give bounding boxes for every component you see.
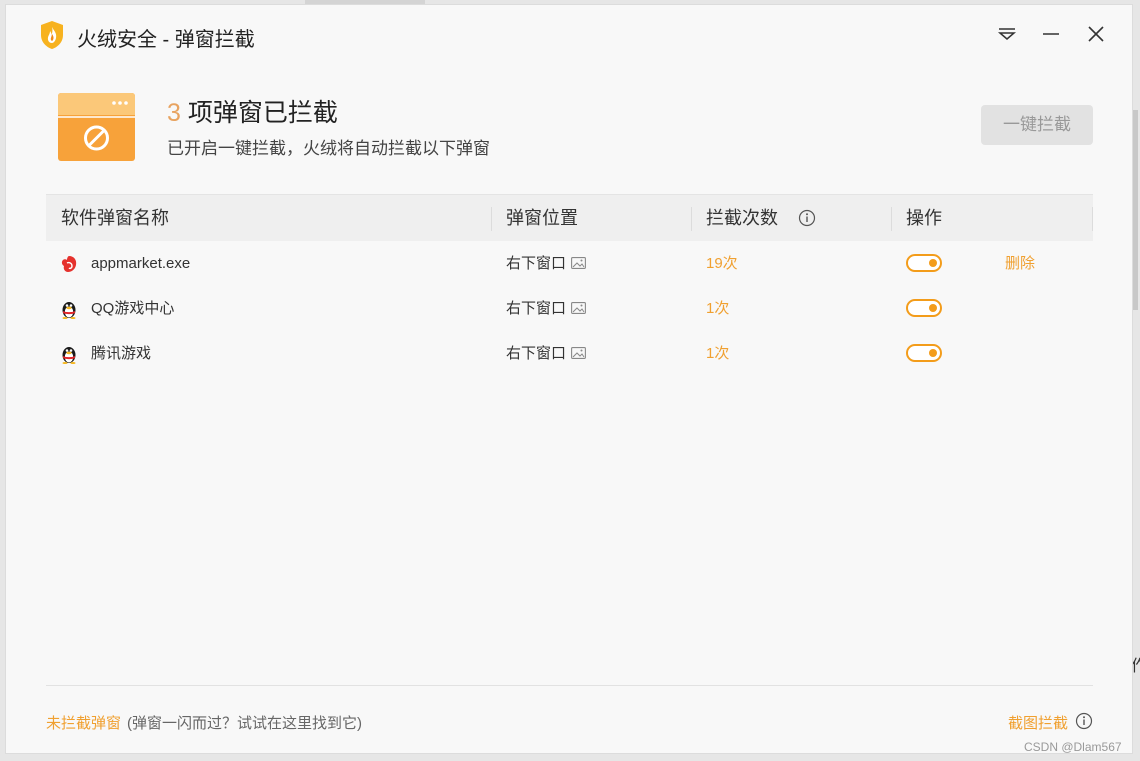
- block-toggle[interactable]: [906, 344, 942, 362]
- popup-blocker-window: 火绒安全 - 弹窗拦截 3 项弹窗已拦截 已开启一键拦截，火绒将自动拦截以下弹窗…: [5, 4, 1133, 754]
- software-name: 腾讯游戏: [91, 345, 152, 362]
- column-header-count: 拦截次数: [706, 208, 778, 228]
- software-name: QQ游戏中心: [91, 300, 175, 317]
- footer-divider: [46, 685, 1093, 686]
- block-all-button[interactable]: 一键拦截: [981, 105, 1093, 145]
- table-row: QQ游戏中心 右下窗口 1次: [46, 286, 1093, 331]
- screenshot-block-info-icon[interactable]: [1075, 712, 1093, 730]
- footer-left: 未拦截弹窗 (弹窗一闪而过？试试在这里找到它): [46, 712, 362, 733]
- qq-penguin-icon: [62, 347, 76, 364]
- column-divider: [491, 207, 492, 231]
- close-icon[interactable]: [1085, 23, 1107, 45]
- column-header-position: 弹窗位置: [506, 208, 578, 228]
- title-bar: 火绒安全 - 弹窗拦截: [6, 5, 1132, 67]
- popup-position: 右下窗口: [506, 331, 586, 376]
- block-toggle[interactable]: [906, 299, 942, 317]
- column-divider: [891, 207, 892, 231]
- count-info-icon[interactable]: [798, 209, 816, 227]
- toggle-knob: [929, 304, 937, 312]
- popup-position-label: 右下窗口: [506, 300, 567, 317]
- table-row: appmarket.exe 右下窗口 19次 删除: [46, 241, 1093, 286]
- block-count: 1次: [706, 345, 730, 362]
- menu-dropdown-icon[interactable]: [996, 23, 1018, 45]
- blocked-title-text: 项弹窗已拦截: [180, 99, 338, 127]
- image-preview-icon[interactable]: [571, 256, 586, 269]
- column-header-name: 软件弹窗名称: [61, 208, 169, 228]
- block-toggle[interactable]: [906, 254, 942, 272]
- blocked-popup-icon: [58, 93, 135, 161]
- huorong-shield-icon: [41, 21, 63, 49]
- unblocked-popups-link[interactable]: 未拦截弹窗: [46, 715, 121, 732]
- toggle-knob: [929, 259, 937, 267]
- block-count: 19次: [706, 255, 738, 272]
- popup-position: 右下窗口: [506, 286, 586, 331]
- block-count: 1次: [706, 300, 730, 317]
- background-scrollbar: [1133, 110, 1138, 310]
- popup-position: 右下窗口: [506, 241, 586, 286]
- delete-button[interactable]: 删除: [1005, 241, 1035, 286]
- blocked-count-heading: 3 项弹窗已拦截: [167, 93, 338, 129]
- appmarket-icon: [61, 256, 77, 272]
- table-row: 腾讯游戏 右下窗口 1次: [46, 331, 1093, 376]
- watermark-text: CSDN @Dlam567: [1024, 740, 1122, 754]
- image-preview-icon[interactable]: [571, 301, 586, 314]
- toggle-knob: [929, 349, 937, 357]
- window-title: 火绒安全 - 弹窗拦截: [77, 29, 255, 51]
- popup-position-label: 右下窗口: [506, 345, 567, 362]
- software-name: appmarket.exe: [91, 255, 191, 272]
- minimize-icon[interactable]: [1040, 23, 1062, 45]
- qq-penguin-icon: [62, 302, 76, 319]
- column-divider: [1092, 207, 1093, 231]
- table-header: 软件弹窗名称 弹窗位置 拦截次数 操作: [46, 194, 1093, 241]
- column-header-action: 操作: [906, 208, 942, 228]
- column-divider: [691, 207, 692, 231]
- blocked-count: 3: [167, 99, 181, 127]
- image-preview-icon[interactable]: [571, 346, 586, 359]
- unblocked-popups-hint: (弹窗一闪而过？试试在这里找到它): [127, 715, 363, 732]
- popup-position-label: 右下窗口: [506, 255, 567, 272]
- blocked-subtitle: 已开启一键拦截，火绒将自动拦截以下弹窗: [167, 139, 490, 158]
- screenshot-block-link[interactable]: 截图拦截: [1008, 712, 1068, 733]
